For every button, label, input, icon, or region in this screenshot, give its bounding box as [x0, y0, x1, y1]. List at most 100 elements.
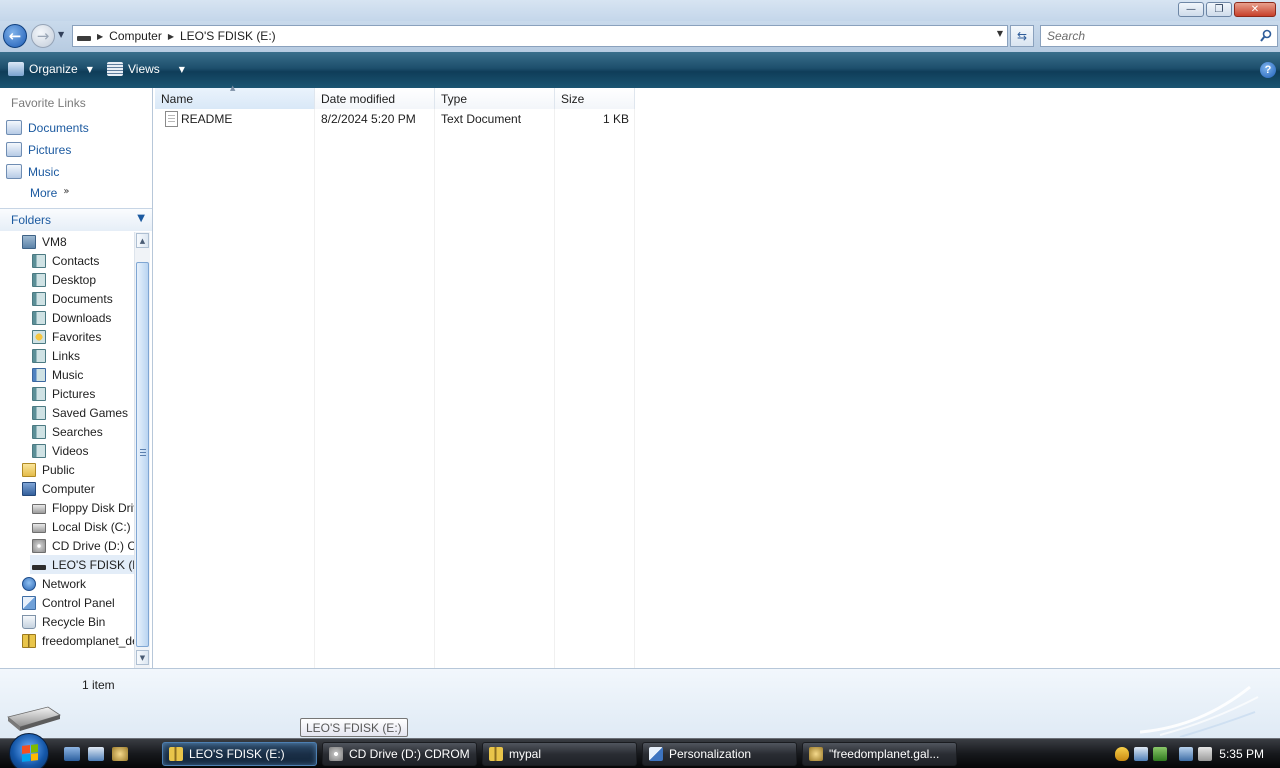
hard-disk-icon — [32, 523, 46, 533]
close-button[interactable]: ✕ — [1234, 2, 1276, 17]
tree-item-label: Favorites — [52, 329, 102, 344]
column-header-name[interactable]: ▲ Name — [155, 84, 315, 109]
tree-item-documents[interactable]: Documents — [32, 289, 113, 308]
help-icon: ? — [1264, 64, 1272, 76]
folder-tree-scrollbar[interactable]: ▲ ▼ — [134, 232, 150, 668]
forward-button[interactable]: → — [31, 24, 55, 48]
tree-item-vm8[interactable]: VM8 — [22, 232, 67, 251]
back-button[interactable]: ← — [3, 24, 27, 48]
safely-remove-hardware-icon[interactable] — [1134, 747, 1148, 761]
taskbar-button-freedomplanet[interactable]: "freedomplanet.gal... — [802, 742, 957, 766]
file-row-readme[interactable]: README 8/2/2024 5:20 PM Text Document 1 … — [155, 110, 635, 129]
tree-item-floppy-drive[interactable]: Floppy Disk Drive — [32, 498, 134, 517]
tree-item-computer[interactable]: Computer — [22, 479, 95, 498]
tree-item-favorites[interactable]: Favorites — [32, 327, 101, 346]
minimize-button[interactable]: — — [1178, 2, 1204, 17]
recycle-bin-icon — [22, 614, 36, 629]
folders-header[interactable]: Folders ▼ — [0, 208, 152, 231]
music-icon — [6, 164, 22, 179]
back-arrow-icon: ← — [8, 27, 22, 45]
breadcrumb-current-drive[interactable]: LEO'S FDISK (E:) — [180, 29, 276, 43]
tree-item-label: Recycle Bin — [42, 614, 106, 629]
tree-item-desktop[interactable]: Desktop — [32, 270, 96, 289]
views-icon — [107, 62, 123, 76]
tree-item-videos[interactable]: Videos — [32, 441, 88, 460]
scroll-up-button[interactable]: ▲ — [136, 233, 149, 248]
pictures-icon — [6, 142, 22, 157]
taskbar-button-personalization[interactable]: Personalization — [642, 742, 797, 766]
recent-pages-dropdown[interactable]: ▼ — [58, 30, 64, 39]
start-button[interactable] — [9, 733, 49, 768]
minimize-icon: — — [1186, 3, 1196, 15]
close-icon: ✕ — [1250, 3, 1260, 15]
column-header-type[interactable]: Type — [435, 88, 555, 109]
breadcrumb-separator-icon[interactable]: ▶ — [168, 32, 174, 41]
taskbar-button-mypal[interactable]: mypal — [482, 742, 637, 766]
file-date-modified: 8/2/2024 5:20 PM — [321, 112, 416, 126]
tree-item-local-disk-c[interactable]: Local Disk (C:) — [32, 517, 131, 536]
cd-drive-icon — [32, 538, 46, 553]
security-shield-icon[interactable] — [1115, 747, 1129, 761]
tree-item-music[interactable]: Music — [32, 365, 83, 384]
more-favorites-link[interactable]: More » — [30, 186, 69, 200]
contacts-icon — [32, 253, 46, 268]
tree-item-control-panel[interactable]: Control Panel — [22, 593, 115, 612]
address-history-dropdown[interactable]: ▼ — [997, 29, 1003, 38]
organize-menu-button[interactable]: Organize ▼ — [8, 62, 93, 76]
favorite-link-music[interactable]: Music — [6, 164, 59, 179]
show-desktop-icon[interactable] — [64, 747, 80, 761]
personalization-icon — [649, 747, 663, 761]
tree-item-public[interactable]: Public — [22, 460, 75, 479]
breadcrumb-separator-icon[interactable]: ▶ — [97, 32, 103, 41]
column-header-date-modified[interactable]: Date modified — [315, 88, 435, 109]
tree-item-contacts[interactable]: Contacts — [32, 251, 99, 270]
searches-icon — [32, 424, 46, 439]
system-clock[interactable]: 5:35 PM — [1219, 747, 1264, 761]
search-input[interactable] — [1047, 29, 1257, 43]
column-header-size[interactable]: Size — [555, 88, 635, 109]
scroll-down-button[interactable]: ▼ — [136, 650, 149, 665]
user-folder-icon — [22, 234, 36, 249]
volume-muted-icon[interactable] — [1198, 747, 1212, 761]
quick-launch-app-icon[interactable] — [112, 747, 128, 761]
breadcrumb-computer[interactable]: Computer — [109, 29, 162, 43]
network-status-icon[interactable] — [1179, 747, 1193, 761]
search-icon[interactable] — [1260, 29, 1272, 43]
help-button[interactable]: ? — [1260, 62, 1276, 78]
details-pane: 1 item — [0, 668, 1280, 738]
tree-item-label: Local Disk (C:) — [52, 519, 131, 534]
scrollbar-thumb[interactable] — [136, 262, 149, 647]
tree-item-pictures[interactable]: Pictures — [32, 384, 95, 403]
taskbar-button-leos-fdisk[interactable]: LEO'S FDISK (E:) — [162, 742, 317, 766]
tree-item-links[interactable]: Links — [32, 346, 80, 365]
desktop-icon — [32, 272, 46, 287]
tree-item-recycle-bin[interactable]: Recycle Bin — [22, 612, 105, 631]
tree-item-label: Computer — [42, 481, 95, 496]
taskbar-button-label: Personalization — [669, 747, 752, 761]
favorite-link-documents[interactable]: Documents — [6, 120, 89, 135]
downloads-icon — [32, 310, 46, 325]
device-status-icon[interactable] — [1153, 747, 1167, 761]
maximize-button[interactable]: ❐ — [1206, 2, 1232, 17]
file-list[interactable]: ▲ Name Date modified Type Size README 8/… — [155, 84, 1280, 668]
folders-label: Folders — [11, 213, 52, 227]
column-divider — [634, 109, 635, 668]
tree-item-searches[interactable]: Searches — [32, 422, 103, 441]
floppy-drive-icon — [32, 504, 46, 514]
tree-item-freedomplanet[interactable]: freedomplanet_demo — [22, 631, 134, 650]
tree-item-downloads[interactable]: Downloads — [32, 308, 111, 327]
switch-windows-icon[interactable] — [88, 747, 104, 761]
favorite-link-pictures[interactable]: Pictures — [6, 142, 71, 157]
forward-arrow-icon: → — [36, 27, 50, 45]
tree-item-label: Music — [52, 367, 84, 382]
tree-item-cd-drive-d[interactable]: CD Drive (D:) CDROM — [32, 536, 134, 555]
address-bar[interactable]: ▶ Computer ▶ LEO'S FDISK (E:) ▼ — [72, 25, 1008, 47]
tree-item-network[interactable]: Network — [22, 574, 86, 593]
refresh-button[interactable]: ⇆ — [1010, 25, 1034, 47]
sort-ascending-icon: ▲ — [230, 84, 236, 92]
tree-item-label: Control Panel — [42, 595, 115, 610]
views-menu-button[interactable]: Views ▼ — [107, 62, 185, 76]
tree-item-saved-games[interactable]: Saved Games — [32, 403, 128, 422]
tree-item-leos-fdisk-e[interactable]: LEO'S FDISK (E:) — [30, 555, 134, 574]
taskbar-button-cd-drive[interactable]: CD Drive (D:) CDROM — [322, 742, 477, 766]
